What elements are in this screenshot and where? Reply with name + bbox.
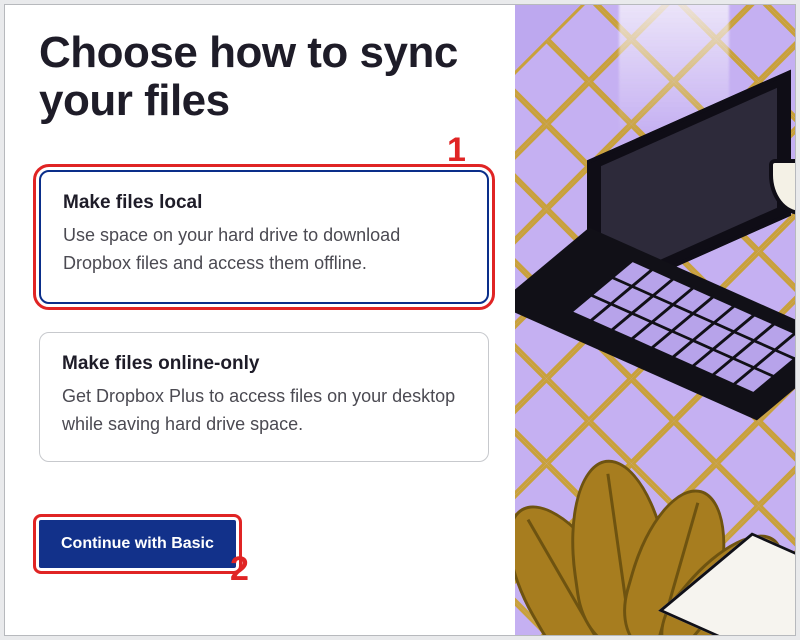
option-make-files-online-only[interactable]: Make files online-only Get Dropbox Plus …: [39, 332, 489, 462]
continue-with-basic-button[interactable]: Continue with Basic: [39, 520, 236, 568]
option-description: Use space on your hard drive to download…: [63, 222, 465, 278]
option-make-files-local[interactable]: Make files local Use space on your hard …: [39, 170, 489, 304]
option-title: Make files online-only: [62, 353, 466, 375]
option-description: Get Dropbox Plus to access files on your…: [62, 383, 466, 439]
page-title: Choose how to sync your files: [39, 29, 489, 124]
illustration-panel: [515, 5, 795, 635]
annotation-step-2: 2: [230, 550, 249, 589]
annotation-step-1: 1: [447, 131, 466, 170]
option-title: Make files local: [63, 192, 465, 214]
laptop-illustration: [551, 125, 795, 375]
onboarding-dialog: Choose how to sync your files Make files…: [4, 4, 796, 636]
left-pane: Choose how to sync your files Make files…: [5, 5, 515, 635]
